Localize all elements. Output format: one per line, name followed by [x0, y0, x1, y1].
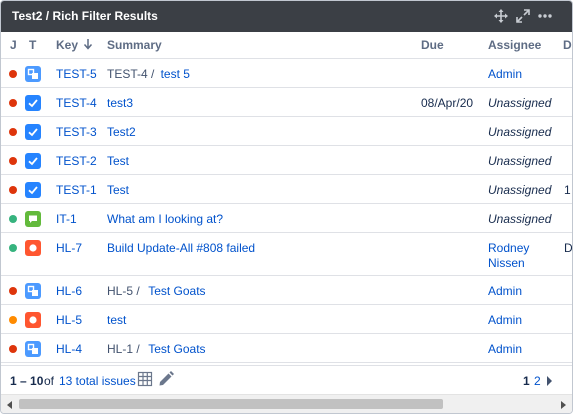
column-assignee[interactable]: Assignee [488, 38, 541, 52]
assignee: Unassigned [488, 183, 552, 197]
issue-key-link[interactable]: HL-4 [56, 342, 82, 356]
assignee: Unassigned [488, 212, 552, 226]
assignee-line-2[interactable]: Nissen [488, 256, 525, 270]
parent-key-link[interactable]: HL-5 / [107, 284, 140, 298]
column-key[interactable]: Key [56, 38, 93, 52]
table-icon[interactable] [137, 371, 153, 390]
gadget-title: Test2 / Rich Filter Results [12, 9, 158, 23]
table-row[interactable]: TEST-4 test3 08/Apr/20 Unassigned [1, 88, 572, 117]
issue-key-link[interactable]: HL-6 [56, 284, 82, 298]
summary-link[interactable]: Test Goats [148, 284, 205, 298]
pencil-icon[interactable] [157, 370, 175, 391]
summary-link[interactable]: Test2 [107, 125, 136, 139]
parent-key-link[interactable]: HL-1 / [107, 342, 140, 356]
table-row[interactable]: HL-7 Build Update-All #808 failed Rodney Ni… [1, 233, 572, 276]
status-dot [9, 316, 17, 324]
page-2-link[interactable]: 2 [534, 374, 541, 388]
status-dot [9, 128, 17, 136]
assignee[interactable]: Admin [488, 284, 522, 298]
summary-link[interactable]: Test [107, 154, 129, 168]
summary-link[interactable]: test [107, 313, 126, 327]
task-icon [25, 182, 41, 198]
table-row[interactable]: TEST-5 TEST-4 / test 5 Admin [1, 59, 572, 88]
gadget: Test2 / Rich Filter Results J T Key Summ… [0, 0, 573, 414]
status-dot [9, 70, 17, 78]
scrollbar-thumb[interactable] [19, 399, 443, 409]
more-icon[interactable] [537, 8, 553, 24]
issue-key-link[interactable]: TEST-1 [56, 183, 97, 197]
table-row[interactable]: IT-1 What am I looking at? Unassigned [1, 204, 572, 233]
issue-key-link[interactable]: HL-7 [56, 241, 82, 255]
assignee[interactable]: Rodney [488, 241, 529, 255]
issue-key-link[interactable]: IT-1 [56, 212, 77, 226]
status-dot [9, 99, 17, 107]
assignee[interactable]: Admin [488, 67, 522, 81]
scroll-right-icon[interactable] [558, 399, 568, 409]
caret-right-icon[interactable] [546, 375, 553, 389]
table-row[interactable]: HL-5 test Admin [1, 305, 572, 334]
assignee[interactable]: Admin [488, 342, 522, 356]
table-row[interactable]: TEST-1 Test Unassigned 1 [1, 175, 572, 204]
column-due[interactable]: Due [421, 38, 444, 52]
parent-key-link[interactable]: TEST-4 / [107, 67, 154, 81]
gadget-header: Test2 / Rich Filter Results [1, 1, 572, 32]
column-d[interactable]: D [563, 38, 572, 52]
task-icon [25, 124, 41, 140]
due-date: 08/Apr/20 [421, 96, 474, 110]
move-icon[interactable] [493, 8, 509, 24]
issue-key-link[interactable]: HL-5 [56, 313, 82, 327]
issue-key-link[interactable]: TEST-3 [56, 125, 97, 139]
summary-link[interactable]: Test Goats [148, 342, 205, 356]
table-row[interactable]: TEST-3 Test2 Unassigned [1, 117, 572, 146]
subtask-icon [25, 341, 41, 357]
subtask-icon [25, 283, 41, 299]
subtask-icon [25, 66, 41, 82]
total-issues-link[interactable]: 13 total issues [59, 374, 136, 388]
issue-key-link[interactable]: TEST-4 [56, 96, 97, 110]
column-j[interactable]: J [10, 38, 17, 52]
assignee[interactable]: Admin [488, 313, 522, 327]
column-d-value: 1 [564, 183, 571, 197]
status-dot [9, 186, 17, 194]
assignee: Unassigned [488, 125, 552, 139]
summary-link[interactable]: test 5 [161, 67, 190, 81]
arrow-down-icon [84, 39, 93, 50]
page-current: 1 [523, 374, 530, 388]
range-text: 1 – 10 [10, 374, 44, 388]
status-dot [9, 244, 17, 252]
summary-link[interactable]: Build Update-All #808 failed [107, 241, 255, 255]
summary-link[interactable]: Test [107, 183, 129, 197]
table-row[interactable]: HL-4 HL-1 / Test Goats Admin [1, 334, 572, 363]
issue-key-link[interactable]: TEST-2 [56, 154, 97, 168]
table-header: J T Key Summary Due Assignee D [1, 32, 572, 59]
column-summary[interactable]: Summary [107, 38, 162, 52]
assignee: Unassigned [488, 154, 552, 168]
issue-key-link[interactable]: TEST-5 [56, 67, 97, 81]
status-dot [9, 215, 17, 223]
column-key-label: Key [56, 38, 79, 52]
horizontal-scrollbar[interactable] [1, 394, 572, 413]
bug-icon [25, 312, 41, 328]
column-d-value: D [564, 241, 573, 255]
feedback-icon [25, 211, 41, 227]
table-row[interactable]: TEST-2 Test Unassigned [1, 146, 572, 175]
task-icon [25, 153, 41, 169]
summary-link[interactable]: test3 [107, 96, 133, 110]
bug-icon [25, 240, 41, 256]
expand-icon[interactable] [515, 8, 531, 24]
summary-link[interactable]: What am I looking at? [107, 212, 223, 226]
task-icon [25, 95, 41, 111]
status-dot [9, 345, 17, 353]
scroll-left-icon[interactable] [5, 399, 15, 409]
assignee: Unassigned [488, 96, 552, 110]
column-t[interactable]: T [29, 38, 36, 52]
of-text: of [44, 374, 55, 388]
status-dot [9, 287, 17, 295]
status-dot [9, 157, 17, 165]
table-footer: 1 – 10 of 13 total issues 1 2 [1, 365, 572, 393]
table-row[interactable]: HL-6 HL-5 / Test Goats Admin [1, 276, 572, 305]
